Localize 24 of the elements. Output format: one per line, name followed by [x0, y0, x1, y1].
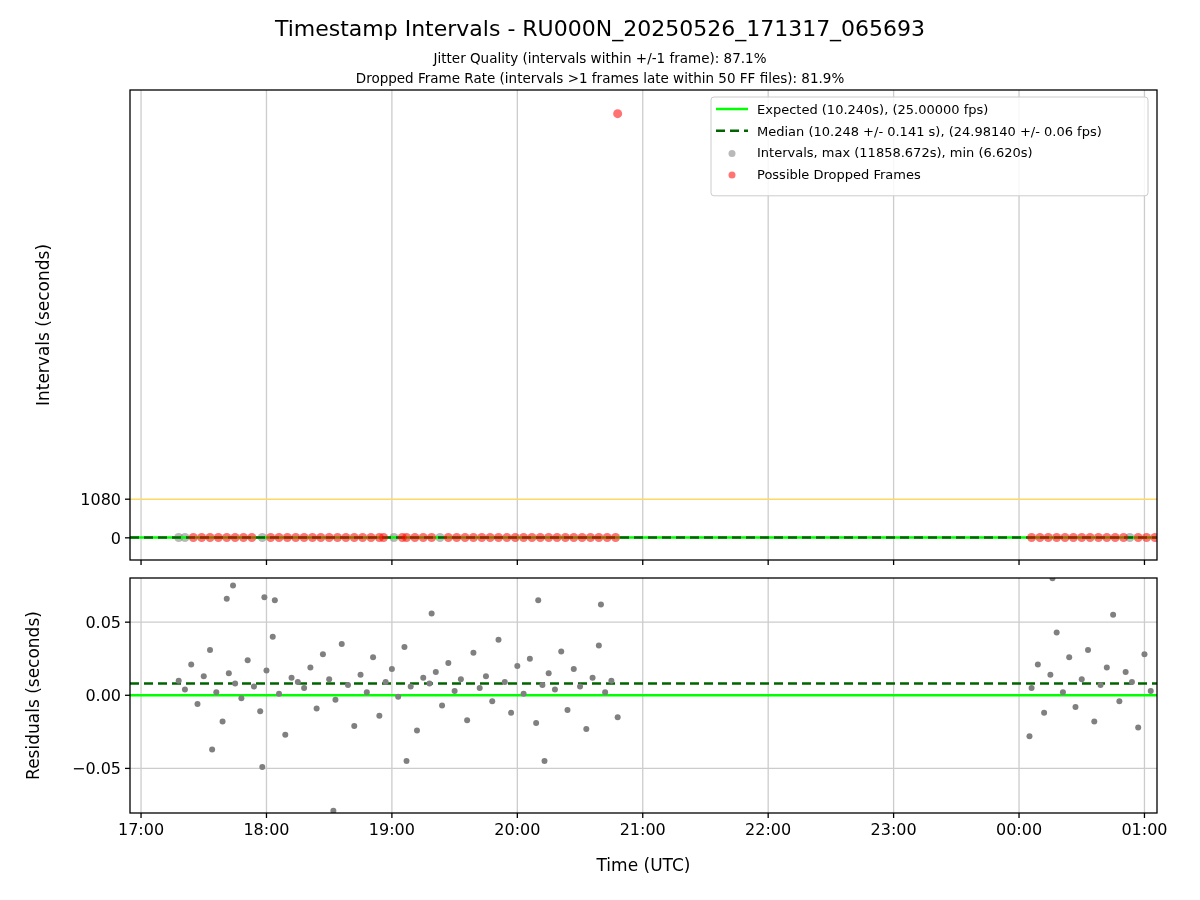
- chart-subtitle: Dropped Frame Rate (intervals >1 frames late within 50 FF files): 81.9%: [355, 69, 845, 88]
- tick-label: 18:00: [243, 820, 290, 839]
- chart-title: Timestamp Intervals - RU000N_20250526_171317_065693: [274, 15, 926, 43]
- legend-label: Median (10.248 +/- 0.141 s), (24.98140 +/- 0.06 fps): [757, 123, 1102, 139]
- tick-label: −0.05: [71, 759, 121, 779]
- legend-label: Intervals, max (11858.672s), min (6.620s): [757, 145, 1033, 161]
- tick-label: 01:00: [1121, 820, 1168, 839]
- tick-label: 00:00: [996, 820, 1043, 839]
- axis-title: Intervals (seconds): [33, 243, 53, 407]
- tick-label: 20:00: [494, 820, 541, 839]
- chart-subtitle: Jitter Quality (intervals within +/-1 frame): 87.1%: [433, 49, 767, 68]
- tick-label: 0.05: [85, 613, 121, 633]
- tick-label: 23:00: [870, 820, 917, 839]
- tick-label: 19:00: [368, 820, 415, 839]
- tick-label: 1080: [80, 490, 121, 510]
- tick-label: 0.00: [85, 686, 121, 706]
- legend-label: Possible Dropped Frames: [757, 167, 921, 183]
- tick-label: 0: [110, 528, 121, 548]
- tick-label: 21:00: [619, 820, 666, 839]
- legend-label: Expected (10.240s), (25.00000 fps): [757, 102, 989, 117]
- tick-label: 22:00: [745, 820, 792, 839]
- axis-title: Time (UTC): [596, 855, 691, 875]
- tick-label: 17:00: [118, 820, 165, 839]
- axis-title: Residuals (seconds): [23, 611, 43, 780]
